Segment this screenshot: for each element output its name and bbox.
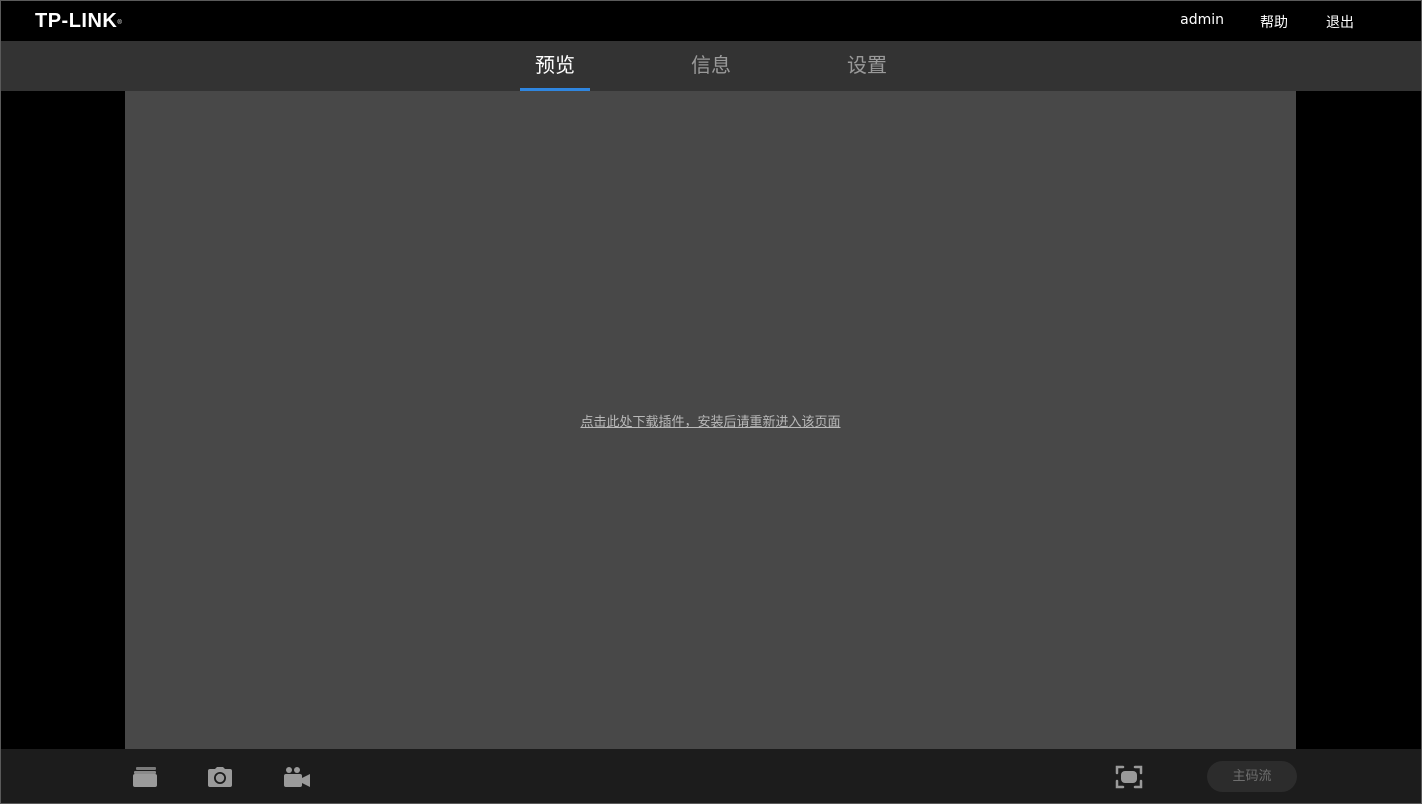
- gallery-icon: [133, 767, 157, 787]
- stream-select-label: 主码流: [1232, 769, 1272, 784]
- plugin-download-link[interactable]: 点击此处下载插件，安装后请重新进入该页面: [580, 415, 840, 430]
- fullscreen-button[interactable]: [1115, 763, 1143, 791]
- tab-info-label: 信息: [691, 53, 731, 77]
- tp-link-logo: TP-LINK®: [35, 9, 122, 33]
- gallery-button[interactable]: [131, 763, 159, 791]
- tab-settings[interactable]: 设置: [832, 41, 902, 91]
- app-window: TP-LINK® admin 帮助 退出 预览 信息 设置 点击此处下载插件，安…: [0, 0, 1422, 804]
- tab-preview[interactable]: 预览: [520, 41, 590, 91]
- logo-text: TP-LINK: [35, 10, 118, 32]
- video-camera-icon: [284, 767, 310, 787]
- tab-info[interactable]: 信息: [676, 41, 746, 91]
- logo-registered-mark: ®: [117, 20, 123, 26]
- bottom-toolbar: 主码流: [1, 749, 1421, 803]
- plugin-download-container: 点击此处下载插件，安装后请重新进入该页面: [125, 411, 1296, 430]
- record-button[interactable]: [283, 763, 311, 791]
- video-preview-area: 点击此处下载插件，安装后请重新进入该页面: [125, 91, 1296, 749]
- user-account-link[interactable]: admin: [1180, 12, 1224, 28]
- snapshot-button[interactable]: [206, 763, 234, 791]
- stream-select-button[interactable]: 主码流: [1207, 761, 1297, 792]
- main-nav: 预览 信息 设置: [1, 41, 1421, 91]
- tab-preview-label: 预览: [535, 53, 575, 77]
- tab-settings-label: 设置: [847, 53, 887, 77]
- help-link[interactable]: 帮助: [1260, 12, 1288, 32]
- fullscreen-icon: [1115, 765, 1143, 789]
- logout-link[interactable]: 退出: [1326, 12, 1354, 32]
- camera-icon: [208, 767, 232, 787]
- top-header: TP-LINK® admin 帮助 退出: [1, 1, 1421, 41]
